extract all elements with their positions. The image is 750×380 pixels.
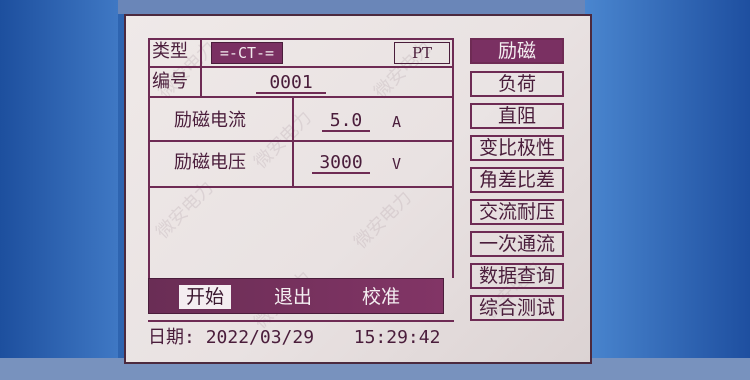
exit-button[interactable]: 退出 — [267, 285, 319, 309]
status-divider — [148, 320, 454, 322]
date-label: 日期: — [148, 327, 195, 348]
menu-ratio-polarity-button[interactable]: 变比极性 — [470, 135, 564, 161]
device-bezel-left — [0, 0, 118, 380]
voltage-label: 励磁电压 — [174, 152, 246, 173]
pt-option-button[interactable]: PT — [394, 42, 450, 64]
voltage-unit: V — [392, 155, 402, 173]
menu-dc-resistance-button[interactable]: 直阻 — [470, 103, 564, 129]
current-field[interactable]: 5.0 — [322, 112, 370, 132]
type-label: 类型 — [152, 41, 188, 62]
row-divider — [148, 38, 454, 40]
number-field[interactable]: 0001 — [256, 74, 326, 94]
calibrate-button[interactable]: 校准 — [355, 285, 407, 309]
watermark: 微安电力 — [350, 187, 416, 253]
menu-data-query-button[interactable]: 数据查询 — [470, 263, 564, 289]
status-bar: 日期: 2022/03/29 15:29:42 — [148, 329, 440, 347]
menu-excitation-button[interactable]: 励磁 — [470, 38, 564, 64]
row-divider — [148, 96, 454, 98]
watermark: 微安电力 — [152, 177, 218, 243]
current-unit: A — [392, 113, 402, 131]
time-value: 15:29:42 — [353, 327, 441, 348]
row-divider — [148, 186, 454, 188]
lcd-screen: 微安电力 微安电力 微安电力 微安电力 微安电力 微安电力 微安电力 类型 =-… — [124, 14, 592, 364]
menu-comprehensive-test-button[interactable]: 综合测试 — [470, 295, 564, 321]
menu-angle-ratio-error-button[interactable]: 角差比差 — [470, 167, 564, 193]
table-border-left — [148, 38, 150, 278]
current-label: 励磁电流 — [174, 110, 246, 131]
column-divider — [200, 38, 202, 96]
voltage-field[interactable]: 3000 — [312, 154, 370, 174]
column-divider — [292, 96, 294, 188]
row-divider — [148, 66, 454, 68]
row-divider — [148, 140, 454, 142]
ct-option-button[interactable]: =-CT-= — [211, 42, 283, 64]
action-bar: 开始 退出 校准 — [148, 278, 444, 314]
date-value: 2022/03/29 — [205, 327, 315, 348]
start-button[interactable]: 开始 — [179, 285, 231, 309]
watermark: 微安电力 — [250, 107, 316, 173]
device-bezel-right — [585, 0, 750, 380]
menu-ac-withstand-button[interactable]: 交流耐压 — [470, 199, 564, 225]
menu-primary-current-button[interactable]: 一次通流 — [470, 231, 564, 257]
menu-load-button[interactable]: 负荷 — [470, 71, 564, 97]
table-border-right — [452, 38, 454, 278]
number-label: 编号 — [152, 71, 188, 92]
